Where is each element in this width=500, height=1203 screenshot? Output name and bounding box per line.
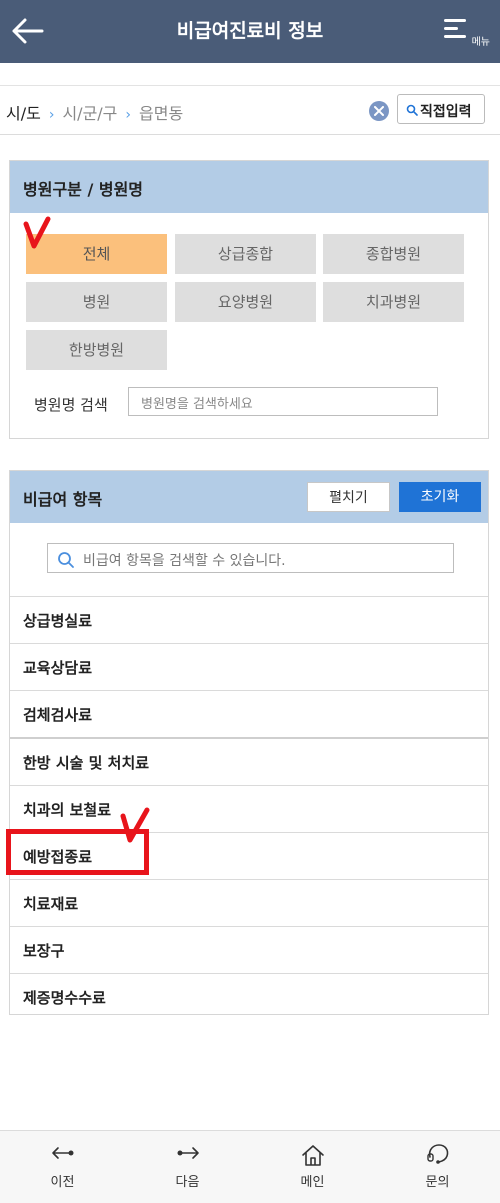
list-item-label: 교육상담료 — [23, 659, 93, 677]
category-general-hospital[interactable]: 종합병원 — [323, 234, 464, 274]
search-icon — [406, 104, 418, 116]
arrow-right-icon — [177, 1147, 199, 1159]
expand-button[interactable]: 펼치기 — [307, 482, 390, 512]
page-title: 비급여진료비 정보 — [176, 20, 324, 42]
checkmark-annotation-icon — [120, 807, 150, 843]
list-item[interactable]: 치과의 보철료 — [10, 785, 488, 832]
bottom-navigation: 이전 다음 메인 문의 — [0, 1130, 500, 1203]
list-item[interactable]: 치료재료 — [10, 879, 488, 926]
panel-title: 비급여 항목 — [23, 490, 103, 509]
region-selector: 시/도 › 시/군/구 › 읍면동 직접입력 — [0, 86, 500, 135]
close-icon — [374, 106, 384, 116]
region-level2[interactable]: 시/군/구 — [62, 104, 117, 123]
nav-prev-label: 이전 — [50, 1175, 75, 1190]
list-item[interactable]: 상급병실료 — [10, 596, 488, 643]
hamburger-icon — [444, 19, 466, 38]
nav-inquiry-label: 문의 — [425, 1175, 450, 1190]
list-item-label: 상급병실료 — [23, 612, 93, 630]
nav-main-label: 메인 — [300, 1175, 325, 1190]
chevron-right-icon: › — [125, 107, 132, 123]
hospital-type-panel: 병원구분 / 병원명 전체 상급종합 종합병원 병원 요양병원 치과병원 한방병… — [9, 160, 489, 439]
region-level3[interactable]: 읍면동 — [139, 104, 183, 123]
category-dental-hospital[interactable]: 치과병원 — [323, 282, 464, 322]
category-tertiary[interactable]: 상급종합 — [175, 234, 316, 274]
item-search-placeholder: 비급여 항목을 검색할 수 있습니다. — [83, 553, 286, 569]
list-item-label: 제증명수수료 — [23, 989, 106, 1007]
arrow-left-icon — [51, 1147, 73, 1159]
headset-icon — [426, 1144, 448, 1164]
list-item[interactable]: 한방 시술 및 처치료 — [10, 737, 488, 785]
non-covered-items-panel: 비급여 항목 펼치기 초기화 비급여 항목을 검색할 수 있습니다. 상급병실료… — [9, 470, 489, 1015]
panel-title: 병원구분 / 병원명 — [23, 180, 144, 199]
category-oriental-hospital[interactable]: 한방병원 — [26, 330, 167, 370]
item-list: 상급병실료 교육상담료 검체검사료 한방 시술 및 처치료 치과의 보철료 예방… — [10, 596, 488, 1020]
list-item-label: 보장구 — [23, 942, 65, 960]
chevron-right-icon: › — [48, 107, 55, 123]
list-item[interactable]: 검체검사료 — [10, 690, 488, 737]
list-item-label: 한방 시술 및 처치료 — [23, 754, 150, 772]
list-item-label: 치료재료 — [23, 895, 79, 913]
nav-next-label: 다음 — [175, 1175, 200, 1190]
spacer — [0, 63, 500, 86]
home-icon — [301, 1145, 324, 1166]
panel-header: 병원구분 / 병원명 — [10, 161, 488, 213]
region-level1[interactable]: 시/도 — [6, 104, 41, 123]
direct-input-button[interactable]: 직접입력 — [397, 94, 485, 124]
direct-input-label: 직접입력 — [420, 104, 472, 120]
list-item-label: 검체검사료 — [23, 706, 93, 724]
list-item[interactable]: 제증명수수료 — [10, 973, 488, 1020]
app-header: 비급여진료비 정보 메뉴 — [0, 0, 500, 63]
menu-label: 메뉴 — [471, 37, 490, 48]
clear-region-button[interactable] — [369, 101, 389, 121]
search-icon — [58, 552, 74, 568]
item-search-input[interactable]: 비급여 항목을 검색할 수 있습니다. — [47, 543, 454, 573]
category-hospital[interactable]: 병원 — [26, 282, 167, 322]
nav-main[interactable]: 메인 — [250, 1131, 375, 1203]
list-item[interactable]: 교육상담료 — [10, 643, 488, 690]
nav-prev[interactable]: 이전 — [0, 1131, 125, 1203]
panel-header: 비급여 항목 펼치기 초기화 — [10, 471, 488, 523]
checkmark-annotation-icon — [23, 216, 51, 249]
menu-button[interactable]: 메뉴 — [442, 12, 490, 52]
nav-inquiry[interactable]: 문의 — [375, 1131, 500, 1203]
nav-next[interactable]: 다음 — [125, 1131, 250, 1203]
hospital-search-input[interactable]: 병원명을 검색하세요 — [128, 387, 438, 416]
reset-button[interactable]: 초기화 — [399, 482, 481, 512]
category-nursing-hospital[interactable]: 요양병원 — [175, 282, 316, 322]
hospital-search-label: 병원명 검색 — [34, 396, 108, 414]
list-item-label: 치과의 보철료 — [23, 801, 112, 819]
list-item[interactable]: 보장구 — [10, 926, 488, 973]
